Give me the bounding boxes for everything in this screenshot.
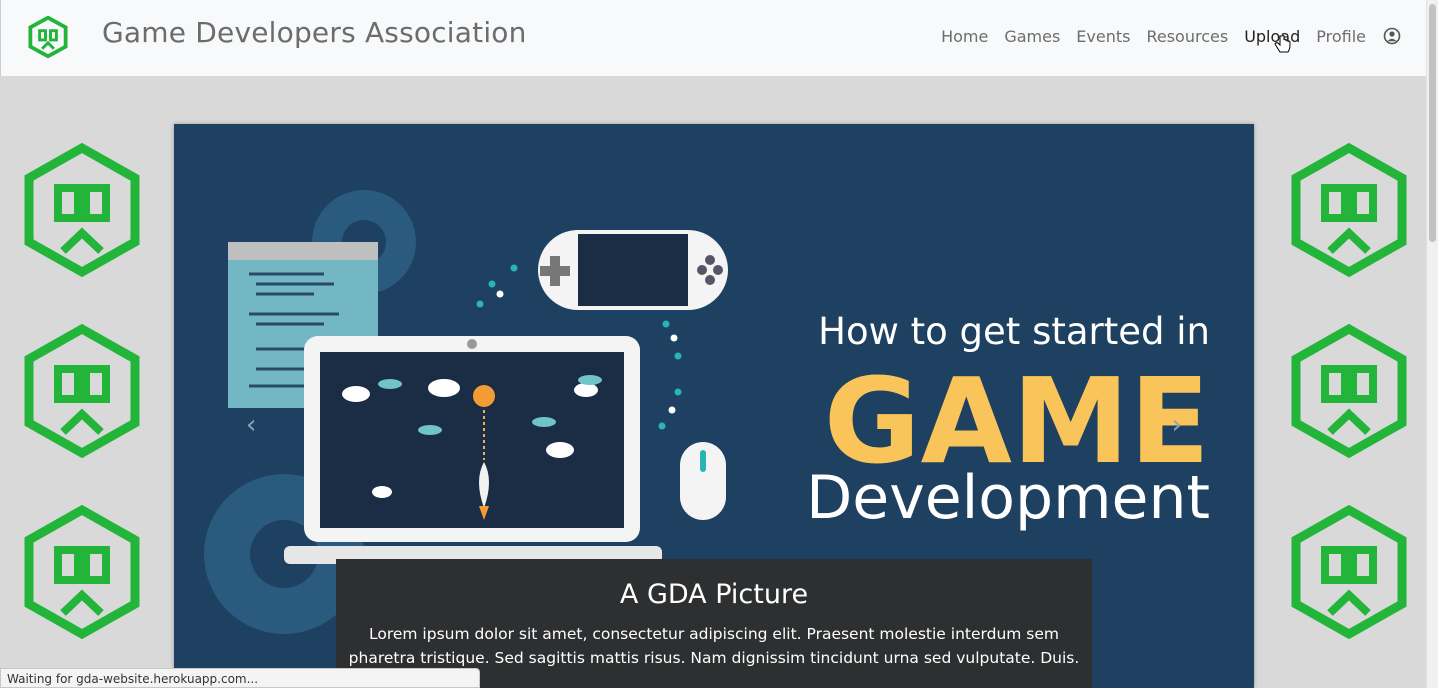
carousel-prev-button[interactable]: ‹ — [246, 410, 256, 440]
caption-text: Lorem ipsum dolor sit amet, consectetur … — [348, 625, 1080, 667]
gda-logo-icon — [1291, 324, 1407, 458]
browser-status-bar: Waiting for gda-website.herokuapp.com... — [0, 668, 480, 688]
gda-logo-icon[interactable] — [27, 16, 69, 58]
banner-line-3: Development — [806, 463, 1210, 533]
hand-cursor-icon — [1274, 34, 1291, 53]
gda-logo-icon — [24, 143, 140, 277]
navbar: Game Developers Association Home Games E… — [0, 0, 1426, 76]
chevron-right-icon: › — [1171, 410, 1182, 440]
nav-profile[interactable]: Profile — [1308, 27, 1374, 46]
nav-home[interactable]: Home — [933, 27, 996, 46]
user-circle-icon[interactable] — [1382, 26, 1402, 46]
gda-logo-icon — [24, 324, 140, 458]
main-nav: Home Games Events Resources Upload Profi… — [933, 26, 1402, 46]
nav-resources[interactable]: Resources — [1138, 27, 1236, 46]
caption-title: A GDA Picture — [619, 579, 809, 610]
carousel-next-button[interactable]: › — [1172, 410, 1182, 440]
gda-logo-icon — [24, 505, 140, 639]
nav-events[interactable]: Events — [1068, 27, 1138, 46]
banner-line-1: How to get started in — [818, 310, 1210, 353]
chevron-left-icon: ‹ — [246, 410, 257, 440]
nav-upload[interactable]: Upload — [1236, 27, 1308, 46]
gda-logo-icon — [1291, 505, 1407, 639]
nav-games[interactable]: Games — [996, 27, 1068, 46]
scrollbar-thumb[interactable] — [1429, 4, 1436, 242]
gda-logo-icon — [1291, 143, 1407, 277]
page-scrollbar[interactable] — [1426, 0, 1438, 688]
brand-title[interactable]: Game Developers Association — [102, 16, 527, 49]
